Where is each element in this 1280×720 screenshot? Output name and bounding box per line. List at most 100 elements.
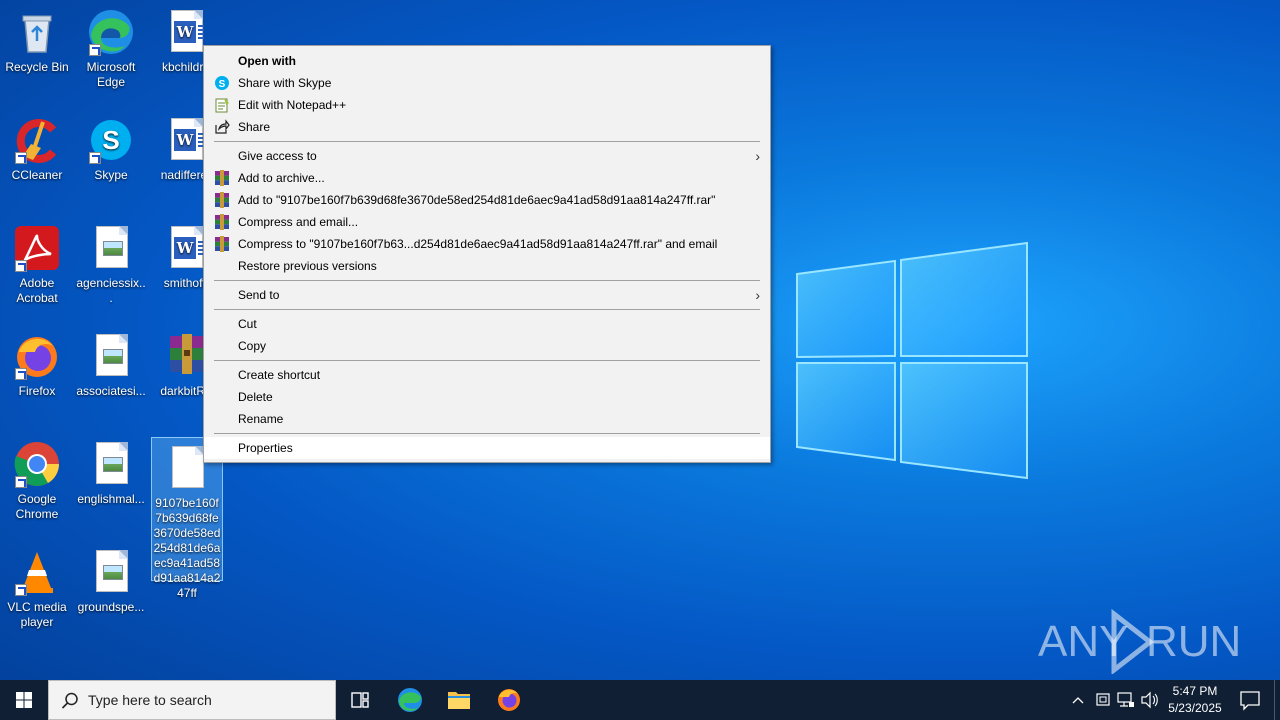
- desktop-icon-label: Google Chrome: [15, 492, 59, 521]
- menu-item-open-with[interactable]: Open with: [204, 50, 770, 72]
- winrar-icon: [214, 170, 230, 186]
- shortcut-arrow-icon: [15, 260, 27, 272]
- show-hidden-icons-button[interactable]: [1068, 680, 1088, 720]
- desktop-icon-image-file[interactable]: associatesi...: [75, 326, 147, 399]
- action-center-button[interactable]: [1234, 680, 1266, 720]
- show-desktop-button[interactable]: [1274, 680, 1280, 720]
- menu-item-label: Edit with Notepad++: [238, 98, 347, 112]
- menu-item-cut[interactable]: Cut: [204, 313, 770, 335]
- desktop-icon-ccleaner[interactable]: CCleaner: [1, 110, 73, 183]
- menu-item-create-shortcut[interactable]: Create shortcut: [204, 364, 770, 386]
- image-file-icon: [87, 440, 135, 488]
- menu-item-label: Restore previous versions: [238, 259, 377, 273]
- menu-item-share[interactable]: Share: [204, 116, 770, 138]
- acrobat-icon: [13, 224, 61, 272]
- menu-item-add-to-rar[interactable]: Add to "9107be160f7b639d68fe3670de58ed25…: [204, 189, 770, 211]
- desktop-icon-adobe-acrobat[interactable]: Adobe Acrobat: [1, 218, 73, 306]
- svg-text:S: S: [219, 79, 226, 90]
- image-file-icon: [87, 548, 135, 596]
- menu-item-label: Send to: [238, 288, 280, 302]
- menu-item-label: Add to "9107be160f7b639d68fe3670de58ed25…: [238, 193, 716, 207]
- desktop-icon-label: CCleaner: [11, 168, 63, 182]
- taskbar: Type here to search 5:47 PM 5/23/2025: [0, 680, 1280, 720]
- desktop-icon-label: Adobe Acrobat: [16, 276, 58, 305]
- clock-date: 5/23/2025: [1168, 701, 1222, 715]
- chevron-right-icon: ›: [755, 287, 760, 303]
- desktop-icon-microsoft-edge[interactable]: Microsoft Edge: [75, 2, 147, 90]
- desktop-icon-label: englishmal...: [77, 492, 145, 506]
- task-view-button[interactable]: [336, 680, 384, 720]
- anyrun-watermark-logo: ANY RUN: [1038, 608, 1238, 674]
- taskbar-edge-button[interactable]: [386, 680, 434, 720]
- desktop-icon-label: Skype: [94, 168, 128, 182]
- edge-icon: [87, 8, 135, 56]
- watermark-text-right: RUN: [1146, 617, 1238, 666]
- start-button[interactable]: [0, 680, 48, 720]
- tray-network-button[interactable]: [1115, 680, 1137, 720]
- menu-item-label: Add to archive...: [238, 171, 325, 185]
- desktop-icon-label: associatesi...: [76, 384, 146, 398]
- menu-item-add-to-archive[interactable]: Add to archive...: [204, 167, 770, 189]
- desktop-icon-vlc[interactable]: VLC media player: [1, 542, 73, 630]
- desktop-icon-firefox[interactable]: Firefox: [1, 326, 73, 399]
- network-icon: [1117, 692, 1134, 707]
- menu-item-compress-and-email[interactable]: Compress and email...: [204, 211, 770, 233]
- firefox-icon: [498, 689, 520, 711]
- winrar-icon: [214, 192, 230, 208]
- skype-icon: S: [87, 116, 135, 164]
- menu-item-label: Share with Skype: [238, 76, 332, 90]
- taskbar-clock[interactable]: 5:47 PM 5/23/2025: [1158, 683, 1232, 717]
- menu-item-give-access-to[interactable]: Give access to ›: [204, 145, 770, 167]
- desktop-icon-skype[interactable]: S Skype: [75, 110, 147, 183]
- desktop-icon-image-file[interactable]: groundspe...: [75, 542, 147, 615]
- desktop-icon-recycle-bin[interactable]: Recycle Bin: [1, 2, 73, 75]
- menu-item-edit-with-notepad-plus-plus[interactable]: Edit with Notepad++: [204, 94, 770, 116]
- menu-item-label: Properties: [238, 441, 293, 455]
- shortcut-arrow-icon: [15, 152, 27, 164]
- file-explorer-icon: [448, 692, 470, 709]
- desktop-icon-label: Recycle Bin: [5, 60, 69, 74]
- menu-item-rename[interactable]: Rename: [204, 408, 770, 430]
- tray-device-button[interactable]: [1092, 680, 1114, 720]
- menu-item-send-to[interactable]: Send to ›: [204, 284, 770, 306]
- shortcut-arrow-icon: [89, 44, 101, 56]
- desktop-icon-label: groundspe...: [77, 600, 145, 614]
- menu-item-label: Copy: [238, 339, 267, 353]
- desktop-icon-image-file[interactable]: agenciessix...: [75, 218, 147, 306]
- desktop-icon-image-file[interactable]: englishmal...: [75, 434, 147, 507]
- taskbar-search-box[interactable]: Type here to search: [48, 680, 336, 720]
- desktop-icon-label: Microsoft Edge: [86, 60, 136, 89]
- winrar-icon: [214, 214, 230, 230]
- menu-separator: [214, 309, 760, 310]
- menu-item-label: Rename: [238, 412, 284, 426]
- menu-item-label: Delete: [238, 390, 273, 404]
- clock-time: 5:47 PM: [1172, 684, 1218, 698]
- menu-item-restore-previous-versions[interactable]: Restore previous versions: [204, 255, 770, 277]
- shortcut-arrow-icon: [15, 368, 27, 380]
- skype-icon: S: [214, 75, 230, 91]
- desktop-icon-label: Firefox: [18, 384, 56, 398]
- search-placeholder: Type here to search: [88, 692, 212, 708]
- menu-separator: [214, 360, 760, 361]
- recycle-bin-icon: [13, 8, 61, 56]
- menu-item-compress-to-rar-and-email[interactable]: Compress to "9107be160f7b63...d254d81de6…: [204, 233, 770, 255]
- device-icon: [1096, 693, 1110, 706]
- search-icon: [61, 692, 78, 709]
- notification-icon: [1240, 691, 1260, 711]
- vlc-icon: [13, 548, 61, 596]
- menu-item-label: Create shortcut: [238, 368, 321, 382]
- menu-separator: [214, 280, 760, 281]
- share-icon: [214, 119, 230, 135]
- menu-item-label: Give access to: [238, 149, 317, 163]
- ccleaner-icon: [13, 116, 61, 164]
- menu-item-delete[interactable]: Delete: [204, 386, 770, 408]
- menu-item-copy[interactable]: Copy: [204, 335, 770, 357]
- desktop-icon-google-chrome[interactable]: Google Chrome: [1, 434, 73, 522]
- menu-item-properties[interactable]: Properties: [204, 437, 770, 459]
- menu-separator: [214, 141, 760, 142]
- task-view-icon: [351, 692, 369, 708]
- taskbar-file-explorer-button[interactable]: [435, 680, 483, 720]
- taskbar-firefox-button[interactable]: [485, 680, 533, 720]
- menu-item-share-with-skype[interactable]: S Share with Skype: [204, 72, 770, 94]
- menu-item-label: Open with: [238, 54, 296, 68]
